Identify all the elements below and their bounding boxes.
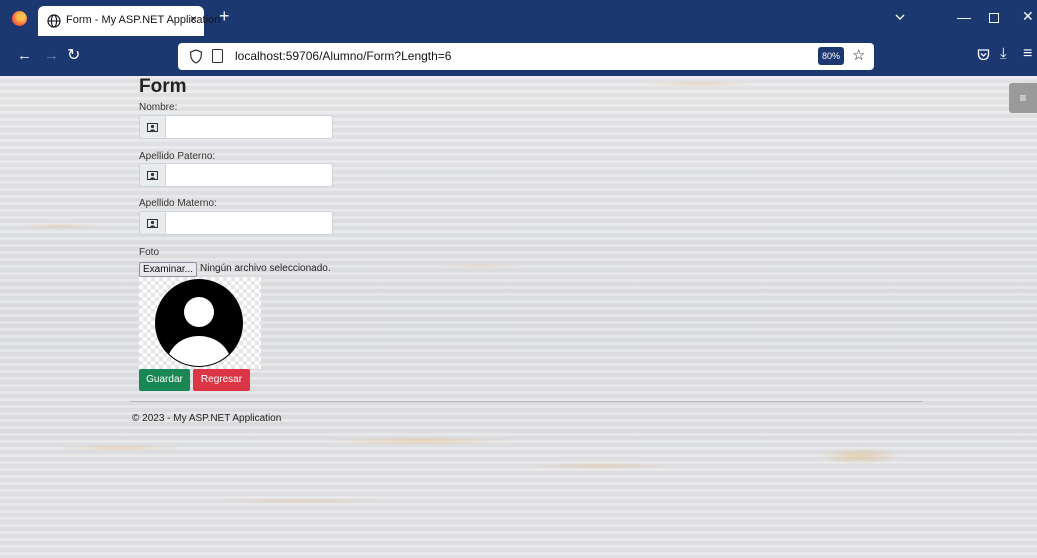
user-id-icon bbox=[139, 211, 165, 235]
navigation-toolbar: ← → ↻ localhost:59706/Alumno/Form?Length… bbox=[0, 37, 1037, 76]
file-status-text: Ningún archivo seleccionado. bbox=[200, 263, 331, 274]
firefox-logo-icon bbox=[12, 11, 27, 26]
pocket-icon[interactable] bbox=[977, 48, 990, 61]
downloads-icon[interactable]: ⤓ bbox=[1000, 45, 1007, 62]
user-id-icon bbox=[139, 163, 165, 187]
side-menu-toggle-icon[interactable]: ≡ bbox=[1009, 83, 1037, 113]
window-close-icon[interactable]: ✕ bbox=[1022, 8, 1034, 25]
apellido-materno-input[interactable] bbox=[165, 211, 333, 235]
tracking-shield-icon[interactable] bbox=[189, 49, 203, 64]
reload-icon[interactable]: ↻ bbox=[67, 45, 80, 65]
tab-form[interactable]: Form - My ASP.NET Application × bbox=[38, 6, 220, 36]
foto-label: Foto bbox=[139, 247, 160, 258]
new-tab-button[interactable]: + bbox=[219, 7, 230, 25]
globe-icon bbox=[47, 14, 61, 28]
page-info-icon[interactable] bbox=[212, 49, 223, 63]
back-arrow-icon[interactable]: ← bbox=[17, 47, 32, 64]
back-button[interactable]: Regresar bbox=[193, 369, 250, 391]
page-title: Form bbox=[139, 76, 187, 97]
minimize-icon[interactable]: — bbox=[957, 9, 971, 25]
apellido-materno-label: Apellido Materno: bbox=[139, 198, 217, 209]
maximize-icon[interactable] bbox=[989, 13, 999, 23]
forward-arrow-icon[interactable]: → bbox=[44, 47, 59, 64]
nombre-input-group bbox=[139, 115, 333, 139]
tab-title: Form - My ASP.NET Application bbox=[66, 14, 221, 26]
apellido-paterno-input-group bbox=[139, 163, 333, 187]
hamburger-menu-icon[interactable]: ≡ bbox=[1023, 45, 1032, 63]
zoom-badge[interactable]: 80% bbox=[818, 47, 844, 65]
footer-divider bbox=[130, 401, 922, 402]
address-bar[interactable]: localhost:59706/Alumno/Form?Length=6 80%… bbox=[178, 43, 874, 70]
save-button[interactable]: Guardar bbox=[139, 369, 190, 391]
url-text[interactable]: localhost:59706/Alumno/Form?Length=6 bbox=[235, 49, 451, 63]
bookmark-star-icon[interactable]: ☆ bbox=[852, 46, 865, 64]
list-tabs-chevron-icon[interactable] bbox=[893, 10, 907, 24]
apellido-paterno-input[interactable] bbox=[165, 163, 333, 187]
file-browse-button[interactable]: Examinar... bbox=[139, 262, 198, 277]
apellido-paterno-label: Apellido Paterno: bbox=[139, 151, 216, 162]
page-viewport: ≡ Form Nombre: Apellido Paterno: Apellid… bbox=[0, 76, 1037, 558]
close-tab-icon[interactable]: × bbox=[190, 12, 197, 26]
photo-preview bbox=[139, 277, 261, 369]
apellido-materno-input-group bbox=[139, 211, 333, 235]
user-id-icon bbox=[139, 115, 165, 139]
nombre-input[interactable] bbox=[165, 115, 333, 139]
tab-strip: Form - My ASP.NET Application × + — ✕ bbox=[0, 0, 1037, 37]
footer-text: © 2023 - My ASP.NET Application bbox=[132, 413, 282, 424]
nombre-label: Nombre: bbox=[139, 102, 178, 113]
user-avatar-icon bbox=[155, 279, 243, 367]
